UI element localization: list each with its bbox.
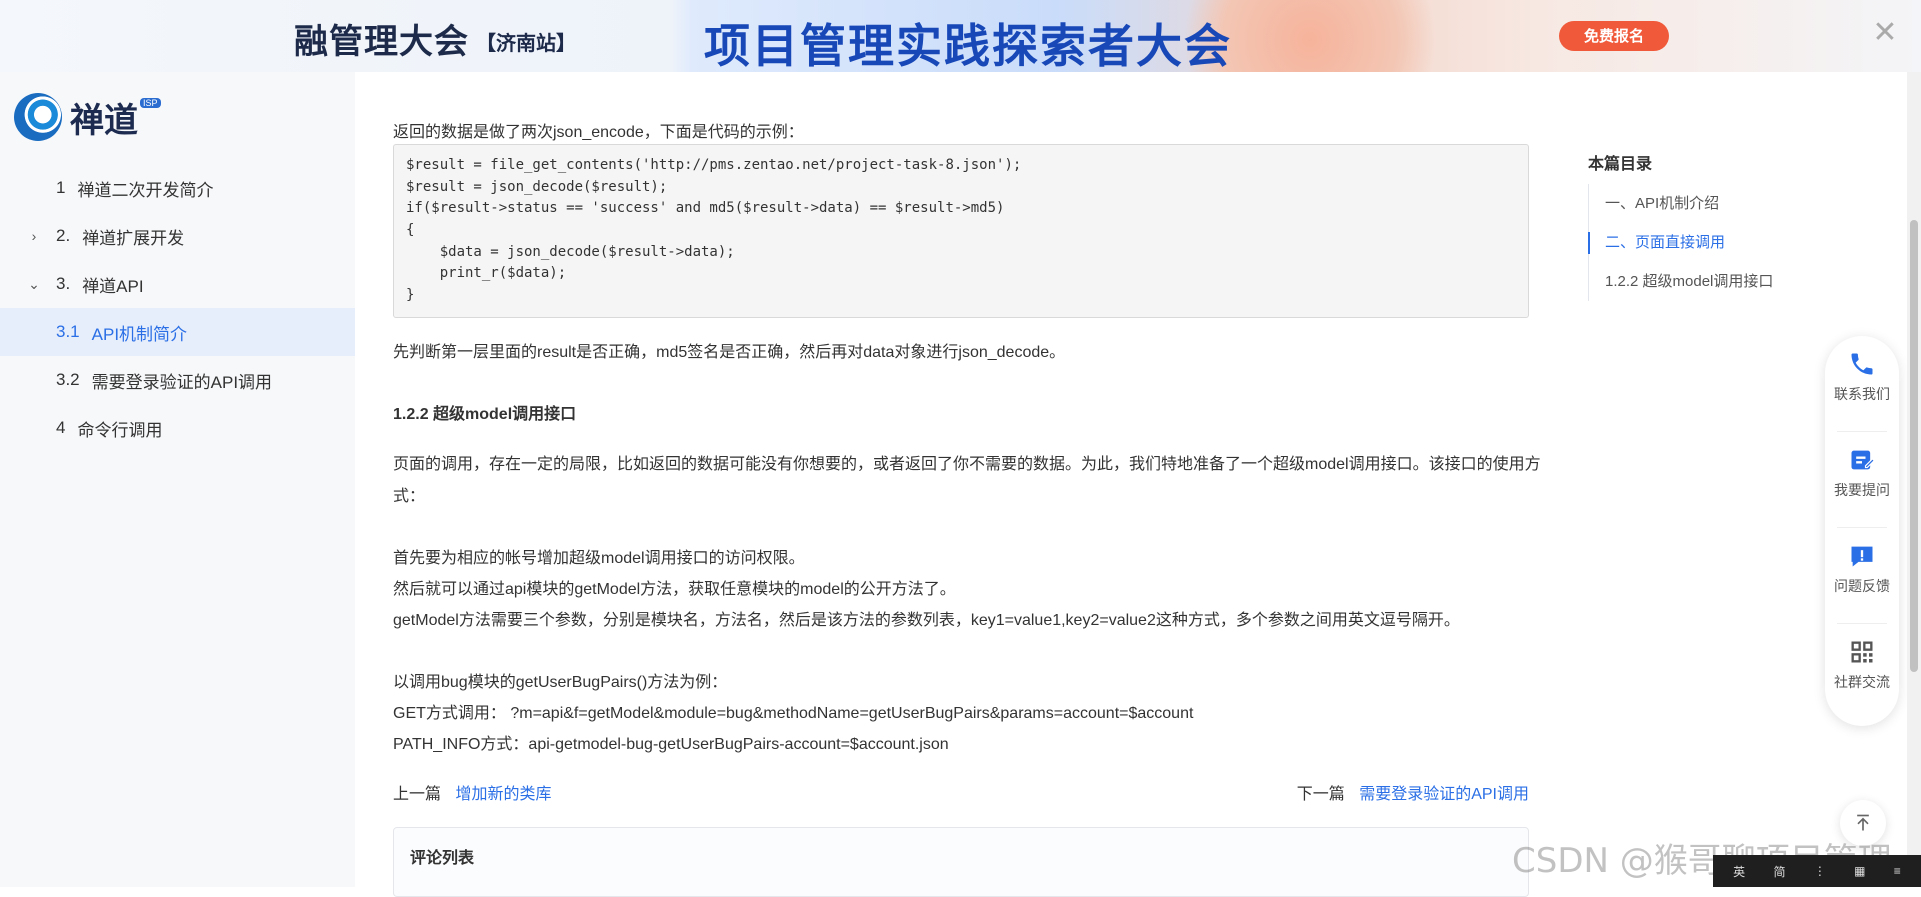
sidebar-item-extension[interactable]: › 2. 禅道扩展开发 [0, 212, 355, 260]
after-code-paragraph: 先判断第一层里面的result是否正确，md5签名是否正确，然后再对data对象… [393, 344, 1066, 361]
nav-label: 需要登录验证的API调用 [91, 372, 273, 392]
float-label: 问题反馈 [1834, 578, 1890, 594]
nav-number: 3.2 [56, 370, 80, 389]
page-scrollbar[interactable] [1907, 72, 1921, 887]
example-get: GET方式调用： ?m=api&f=getModel&module=bug&me… [393, 705, 1194, 722]
arrow-up-icon [1857, 814, 1869, 831]
banner-left-title: 融管理大会 [294, 22, 469, 62]
tray-icon[interactable]: ≡ [1894, 864, 1901, 878]
code-line: if($result->status == 'success' and md5(… [406, 200, 1005, 217]
close-icon[interactable]: ✕ [1870, 18, 1900, 48]
paragraph-line: 页面的调用，存在一定的局限，比如返回的数据可能没有你想要的，或者返回了你不需要的… [393, 456, 1541, 473]
code-block[interactable]: $result = file_get_contents('http://pms.… [393, 144, 1529, 318]
prev-label: 上一篇 [393, 786, 442, 803]
sidebar-item-dev-intro[interactable]: 1 禅道二次开发简介 [0, 164, 355, 212]
float-label: 我要提问 [1834, 482, 1890, 498]
nav-number: 3. [56, 274, 71, 293]
step-text: 首先要为相应的帐号增加超级model调用接口的访问权限。 [393, 550, 805, 567]
feedback-icon [1848, 542, 1876, 570]
register-button[interactable]: 免费报名 [1559, 21, 1669, 51]
chevron-down-icon: ⌄ [28, 275, 40, 292]
sidebar-item-api[interactable]: ⌄ 3. 禅道API [0, 260, 355, 308]
edit-icon [1848, 446, 1876, 474]
code-line: } [406, 287, 415, 304]
banner-headline: 项目管理实践探索者大会 [704, 19, 1232, 72]
paragraph-line: 式： [393, 488, 426, 505]
code-line: { [406, 222, 415, 239]
example-title: 以调用bug模块的getUserBugPairs()方法为例： [393, 674, 728, 691]
nav-number: 2. [56, 226, 71, 245]
next-article: 下一篇 需要登录验证的API调用 [1297, 780, 1529, 804]
nav-number: 1 [56, 178, 66, 197]
sidebar-item-login-api[interactable]: 3.2 需要登录验证的API调用 [0, 356, 355, 404]
table-of-contents: 本篇目录 一、API机制介绍 二、页面直接调用 1.2.2 超级model调用接… [1588, 150, 1818, 301]
logo-mark-icon [14, 93, 62, 141]
code-line: $result = json_decode($result); [406, 178, 668, 195]
contact-us-button[interactable]: 联系我们 [1825, 336, 1899, 416]
ask-question-button[interactable]: 我要提问 [1825, 432, 1899, 512]
code-line: $result = file_get_contents('http://pms.… [406, 157, 1022, 173]
article-content: 返回的数据是做了两次json_encode，下面是代码的示例： $result … [393, 72, 1541, 897]
nav-label: 禅道二次开发简介 [77, 180, 214, 200]
float-label: 联系我们 [1834, 386, 1890, 402]
sidebar-item-api-intro[interactable]: 3.1 API机制简介 [0, 308, 355, 356]
promo-banner[interactable]: 融管理大会 【济南站】 项目管理实践探索者大会 免费报名 ✕ [0, 0, 1921, 72]
tray-icon[interactable]: ▦ [1854, 864, 1865, 878]
nav-label: 禅道扩展开发 [82, 228, 185, 248]
tray-icon[interactable]: ⋮ [1814, 864, 1826, 878]
next-label: 下一篇 [1296, 786, 1345, 803]
toc-item-super-model[interactable]: 1.2.2 超级model调用接口 [1589, 262, 1818, 301]
step-text: 然后就可以通过api模块的getModel方法，获取任意模块的model的公开方… [393, 581, 956, 598]
prev-link[interactable]: 增加新的类库 [455, 786, 551, 803]
logo-badge: ISP [140, 98, 161, 108]
nav-label: API机制简介 [91, 324, 188, 344]
scrollbar-thumb[interactable] [1910, 220, 1918, 672]
prev-article: 上一篇 增加新的类库 [393, 780, 551, 804]
ime-indicator[interactable]: 英 [1733, 863, 1745, 880]
nav-number: 4 [56, 418, 66, 437]
toc-item-api-mechanism[interactable]: 一、API机制介绍 [1589, 184, 1818, 223]
chevron-right-icon: › [31, 228, 37, 244]
nav-label: 命令行调用 [77, 420, 163, 440]
logo-text: 禅道 [70, 100, 138, 141]
toc-list: 一、API机制介绍 二、页面直接调用 1.2.2 超级model调用接口 [1588, 184, 1818, 301]
nav-label: 禅道API [82, 276, 144, 296]
qrcode-icon [1848, 638, 1876, 666]
doc-nav: 1 禅道二次开发简介 › 2. 禅道扩展开发 ⌄ 3. 禅道API 3.1 AP… [0, 164, 355, 452]
next-link[interactable]: 需要登录验证的API调用 [1359, 786, 1529, 803]
sidebar: 禅道 ISP 1 禅道二次开发简介 › 2. 禅道扩展开发 ⌄ 3. 禅道API… [0, 72, 355, 887]
banner-station: 【济南站】 [476, 31, 576, 55]
intro-paragraph: 返回的数据是做了两次json_encode，下面是代码的示例： [393, 124, 804, 141]
code-line: $data = json_decode($result->data); [406, 243, 735, 260]
phone-icon [1848, 350, 1876, 378]
feedback-button[interactable]: 问题反馈 [1825, 528, 1899, 608]
floating-contact-panel: 联系我们 我要提问 问题反馈 社群交流 [1825, 336, 1899, 726]
float-label: 社群交流 [1834, 674, 1890, 690]
toc-item-page-call[interactable]: 二、页面直接调用 [1588, 223, 1818, 262]
system-taskbar: 英 简 ⋮ ▦ ≡ [1713, 855, 1921, 887]
code-line: print_r($data); [406, 265, 567, 282]
section-heading: 1.2.2 超级model调用接口 [393, 406, 577, 423]
nav-number: 3.1 [56, 322, 80, 341]
sidebar-item-cli[interactable]: 4 命令行调用 [0, 404, 355, 452]
ime-mode[interactable]: 简 [1773, 863, 1785, 880]
logo[interactable]: 禅道 ISP [14, 92, 161, 142]
toc-title: 本篇目录 [1588, 156, 1653, 173]
step-text: getModel方法需要三个参数，分别是模块名，方法名，然后是该方法的参数列表，… [393, 612, 1460, 629]
example-path: PATH_INFO方式：api-getmodel-bug-getUserBugP… [393, 736, 949, 753]
comments-title: 评论列表 [410, 850, 475, 867]
community-button[interactable]: 社群交流 [1825, 624, 1899, 704]
